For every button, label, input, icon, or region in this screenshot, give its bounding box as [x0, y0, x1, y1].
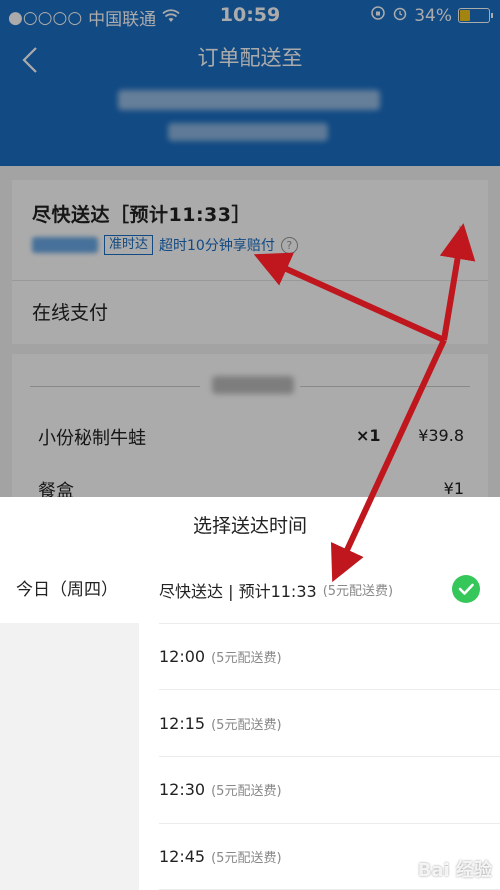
time-slot[interactable]: 12:00 (5元配送费)	[159, 624, 500, 691]
day-item-today[interactable]: 今日（周四）	[0, 557, 139, 623]
watermark: Bai 经验	[417, 860, 492, 881]
slot-time: 尽快送达 | 预计11:33	[159, 581, 317, 601]
slot-time: 12:30	[159, 780, 206, 800]
time-slot[interactable]: 12:15 (5元配送费)	[159, 690, 500, 758]
slot-fee: (5元配送费)	[211, 717, 282, 733]
time-slot[interactable]: 12:30 (5元配送费)	[159, 757, 500, 824]
day-column: 今日（周四）	[0, 557, 139, 890]
check-icon	[452, 575, 480, 603]
slot-fee: (5元配送费)	[211, 851, 282, 867]
slot-time: 12:15	[159, 713, 206, 733]
delivery-time-sheet: 选择送达时间 今日（周四） 尽快送达 | 预计11:33 (5元配送费) 12:…	[0, 497, 500, 890]
time-slot-list: 尽快送达 | 预计11:33 (5元配送费) 12:00 (5元配送费) 12:…	[139, 557, 500, 890]
slot-fee: (5元配送费)	[211, 784, 282, 800]
sheet-title: 选择送达时间	[192, 515, 307, 537]
slot-fee: (5元配送费)	[322, 584, 394, 600]
time-slot[interactable]: 尽快送达 | 预计11:33 (5元配送费)	[159, 557, 500, 624]
slot-time: 12:00	[159, 647, 206, 667]
slot-time: 12:45	[159, 847, 206, 867]
slot-fee: (5元配送费)	[211, 651, 282, 667]
dim-overlay[interactable]	[0, 0, 500, 497]
